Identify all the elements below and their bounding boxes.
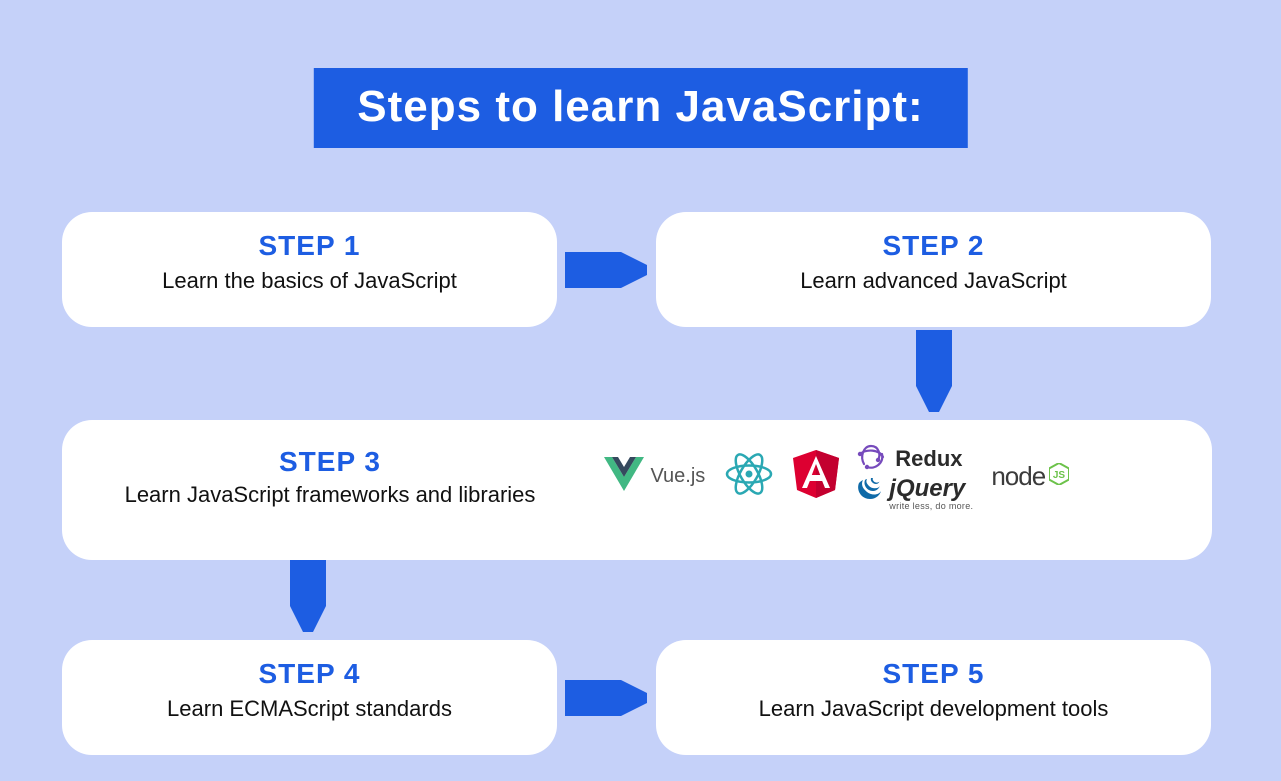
node-label: node — [991, 461, 1045, 492]
step-2-desc: Learn advanced JavaScript — [678, 268, 1189, 294]
step-3-label: STEP 3 — [90, 446, 570, 478]
vue-logo: Vue.js — [604, 457, 705, 496]
arrow-2-to-3-icon — [916, 330, 952, 412]
arrow-3-to-4-icon — [290, 560, 326, 632]
vue-label: Vue.js — [650, 465, 705, 488]
jquery-label: jQuery — [889, 477, 973, 501]
arrow-4-to-5-icon — [565, 680, 647, 716]
step-5-card: STEP 5 Learn JavaScript development tool… — [656, 640, 1211, 755]
step-1-desc: Learn the basics of JavaScript — [84, 268, 535, 294]
page-title: Steps to learn JavaScript: — [313, 68, 967, 148]
node-icon: JS — [1049, 463, 1069, 490]
step-2-card: STEP 2 Learn advanced JavaScript — [656, 212, 1211, 327]
react-icon — [723, 450, 775, 503]
jquery-label-wrap: jQuery write less, do more. — [889, 477, 973, 511]
svg-text:JS: JS — [1053, 470, 1066, 481]
redux-logo: Redux — [857, 442, 962, 475]
angular-logo — [793, 450, 839, 503]
step-3-card: STEP 3 Learn JavaScript frameworks and l… — [62, 420, 1212, 560]
step-1-label: STEP 1 — [84, 230, 535, 262]
framework-logos: Vue.js — [604, 442, 1069, 511]
step-2-label: STEP 2 — [678, 230, 1189, 262]
redux-jquery-stack: Redux jQuery write less, do more. — [857, 442, 973, 511]
step-5-label: STEP 5 — [678, 658, 1189, 690]
step-5-desc: Learn JavaScript development tools — [678, 696, 1189, 722]
vue-icon — [604, 457, 644, 496]
step-4-label: STEP 4 — [84, 658, 535, 690]
step-4-card: STEP 4 Learn ECMAScript standards — [62, 640, 557, 755]
step-4-desc: Learn ECMAScript standards — [84, 696, 535, 722]
jquery-icon — [857, 477, 883, 508]
step-1-card: STEP 1 Learn the basics of JavaScript — [62, 212, 557, 327]
step-3-desc: Learn JavaScript frameworks and librarie… — [90, 482, 570, 508]
angular-icon — [793, 450, 839, 503]
jquery-logo: jQuery write less, do more. — [857, 477, 973, 511]
jquery-tagline: write less, do more. — [889, 501, 973, 511]
arrow-1-to-2-icon — [565, 252, 647, 288]
node-logo: node JS — [991, 461, 1069, 492]
react-logo — [723, 450, 775, 503]
redux-label: Redux — [895, 446, 962, 472]
redux-icon — [857, 442, 887, 475]
